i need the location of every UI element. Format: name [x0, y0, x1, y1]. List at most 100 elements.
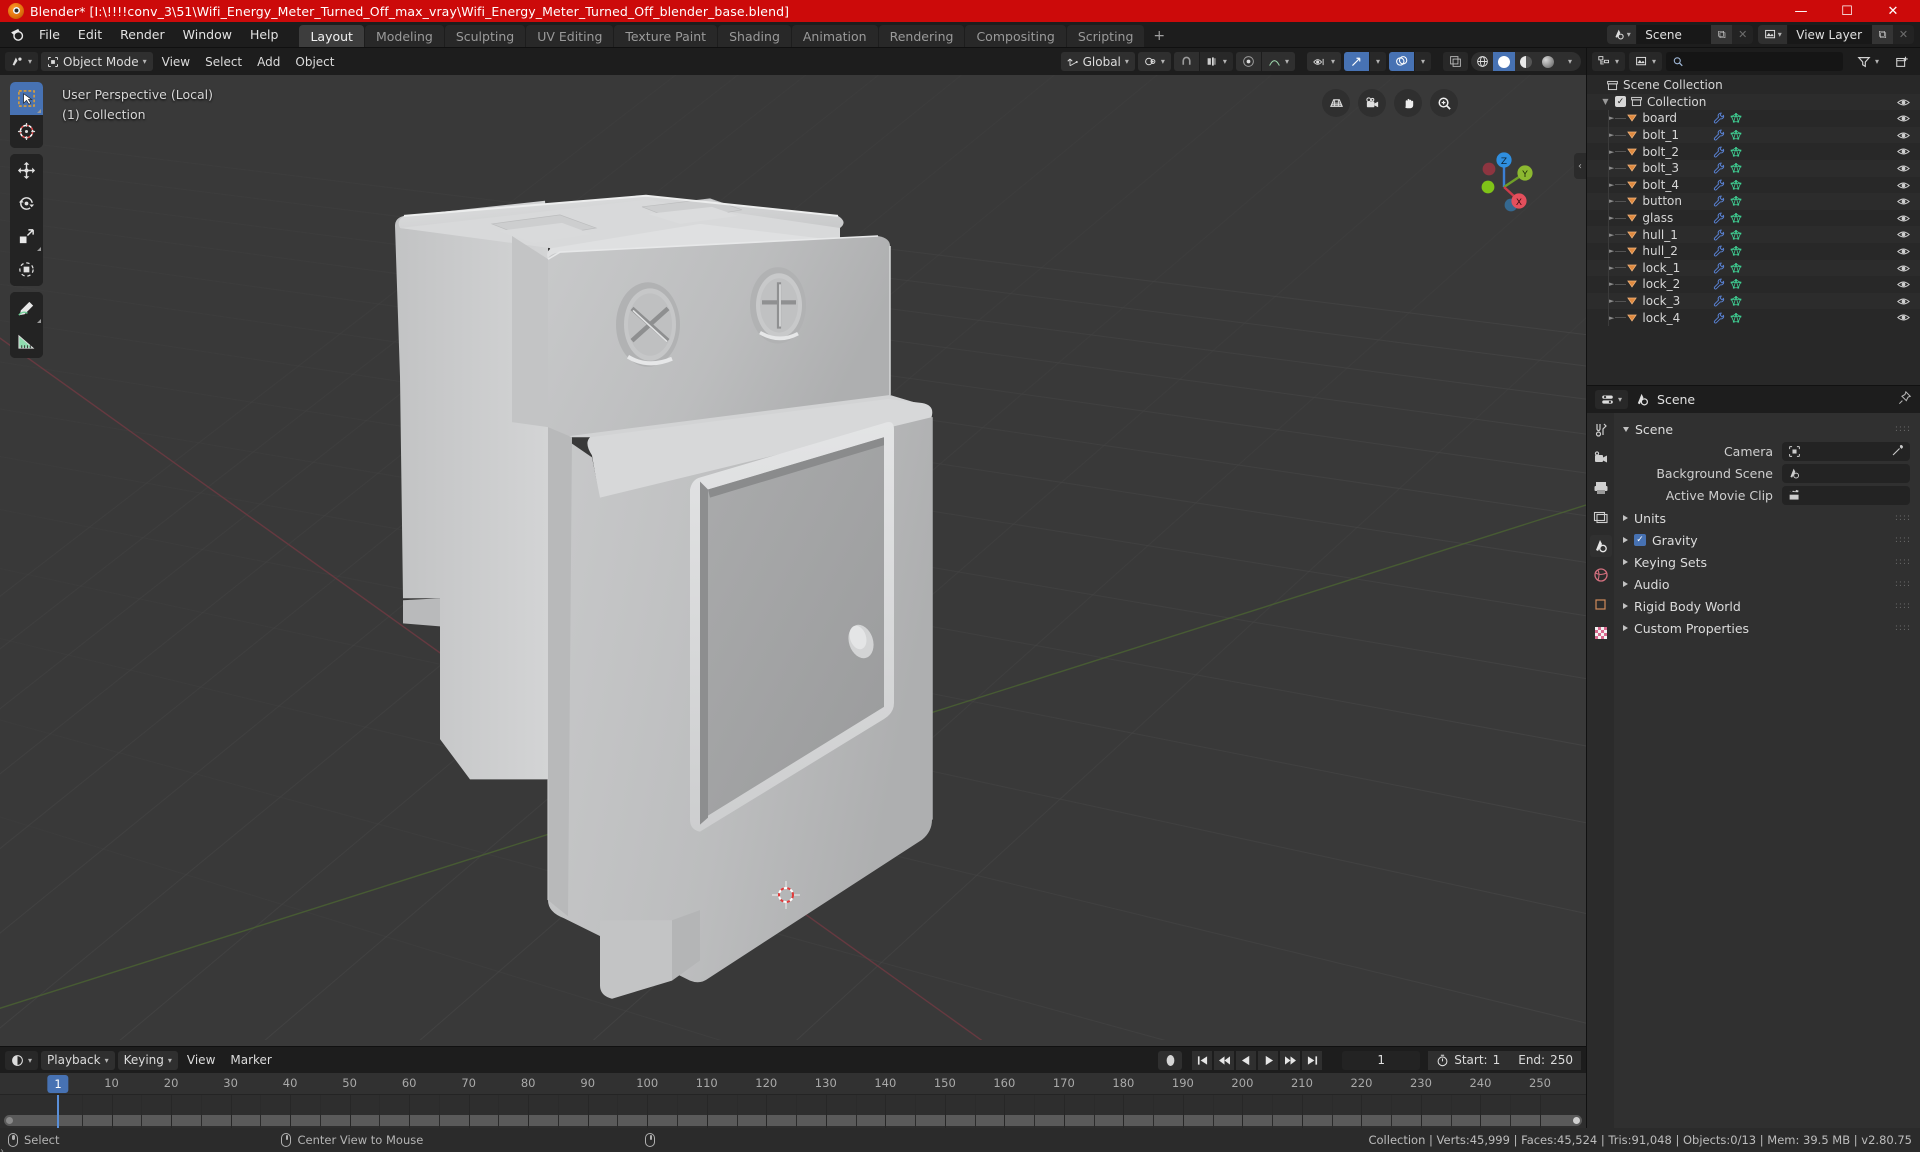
modifier-icon[interactable] [1713, 312, 1725, 324]
close-button[interactable]: ✕ [1870, 0, 1916, 22]
expand-triangle-icon[interactable]: ► [1609, 280, 1614, 288]
menu-window[interactable]: Window [174, 22, 241, 47]
view-layer-icon[interactable]: ▾ [1758, 25, 1789, 44]
eye-icon[interactable] [1897, 96, 1910, 109]
modifier-icon[interactable] [1713, 162, 1725, 174]
start-frame-value[interactable]: 1 [1493, 1053, 1501, 1067]
camera-view-icon[interactable] [1358, 89, 1386, 117]
jump-to-start-button[interactable] [1192, 1050, 1213, 1070]
menu-render[interactable]: Render [111, 22, 174, 47]
background-scene-field[interactable] [1782, 464, 1910, 483]
show-gizmo-toggle[interactable]: ▾ [1306, 52, 1341, 71]
tab-view-layer-properties[interactable] [1590, 506, 1612, 528]
eye-icon[interactable] [1897, 311, 1910, 324]
add-workspace-button[interactable]: + [1145, 25, 1173, 47]
tab-tool-properties[interactable] [1590, 419, 1612, 441]
previous-keyframe-button[interactable] [1214, 1050, 1235, 1070]
timeline-current-frame-indicator[interactable]: 1 [47, 1075, 69, 1093]
outliner-row-object[interactable]: ► glass [1587, 209, 1920, 227]
mesh-data-icon[interactable] [1730, 112, 1742, 124]
tab-shading[interactable]: Shading [718, 25, 791, 47]
scene-name-field[interactable]: Scene [1637, 25, 1712, 44]
tab-object-properties[interactable] [1590, 593, 1612, 615]
expand-triangle-icon[interactable]: ► [1609, 197, 1614, 205]
collection-checkbox[interactable]: ✓ [1615, 96, 1626, 108]
modifier-icon[interactable] [1713, 212, 1725, 224]
mesh-data-icon[interactable] [1730, 295, 1742, 307]
mesh-data-icon[interactable] [1730, 146, 1742, 158]
snap-magnet-icon[interactable] [1173, 52, 1199, 71]
solid-shading-icon[interactable] [1493, 52, 1515, 71]
outliner-row-object[interactable]: ► bolt_3 [1587, 159, 1920, 177]
tab-layout[interactable]: Layout [299, 25, 364, 47]
expand-triangle-icon[interactable]: ► [1609, 114, 1614, 122]
timeline-editor-type-selector[interactable]: ▾ [5, 1050, 39, 1070]
expand-triangle-icon[interactable]: ► [1609, 247, 1614, 255]
panel-audio-header[interactable]: Audio :::: [1614, 573, 1920, 595]
outliner-tree[interactable]: Scene Collection ▼ ✓ Collection ► board ► bolt_… [1587, 75, 1920, 385]
menu-file[interactable]: File [30, 22, 69, 47]
pin-id-button[interactable] [1898, 390, 1912, 409]
timeline-track-area[interactable]: › [0, 1095, 1586, 1152]
outliner-row-object[interactable]: ► hull_1 [1587, 226, 1920, 243]
timeline-menu-view[interactable]: View [181, 1051, 221, 1070]
annotate-tool[interactable] [10, 292, 43, 325]
modifier-icon[interactable] [1713, 262, 1725, 274]
outliner-row-object[interactable]: ► bolt_4 [1587, 176, 1920, 194]
end-frame-value[interactable]: 250 [1550, 1053, 1573, 1067]
modifier-icon[interactable] [1713, 295, 1725, 307]
object-mode-selector[interactable]: Object Mode ▾ [41, 52, 153, 71]
outliner-row-object[interactable]: ► lock_4 [1587, 309, 1920, 326]
new-scene-button[interactable]: ⧉ [1711, 25, 1733, 44]
mesh-data-icon[interactable] [1730, 245, 1742, 257]
expand-triangle-icon[interactable]: ► [1609, 181, 1614, 189]
viewport-menu-object[interactable]: Object [289, 52, 340, 71]
eye-icon[interactable] [1897, 262, 1910, 275]
tab-scene-properties[interactable] [1589, 535, 1612, 557]
viewport-menu-view[interactable]: View [156, 52, 196, 71]
eye-icon[interactable] [1897, 195, 1910, 208]
modifier-icon[interactable] [1713, 179, 1725, 191]
outliner-row-object[interactable]: ► bolt_2 [1587, 143, 1920, 160]
snap-target-selector[interactable]: ▾ [1199, 52, 1233, 71]
tab-world-properties[interactable] [1590, 564, 1612, 586]
eye-icon[interactable] [1897, 179, 1910, 192]
mesh-data-icon[interactable] [1730, 229, 1742, 241]
mesh-data-icon[interactable] [1730, 312, 1742, 324]
outliner-row-object[interactable]: ► bolt_1 [1587, 126, 1920, 144]
outliner-row-object[interactable]: ► board [1587, 110, 1920, 127]
outliner-row-object[interactable]: ► hull_2 [1587, 242, 1920, 260]
transform-tool[interactable] [10, 253, 43, 286]
outliner-display-mode-selector[interactable]: ▾ [1629, 52, 1663, 71]
timeline-menu-keying[interactable]: Keying ▾ [117, 1050, 178, 1070]
show-overlays-icon[interactable] [1388, 52, 1414, 71]
scene-icon[interactable]: ▾ [1607, 25, 1638, 44]
scale-tool[interactable] [10, 220, 43, 253]
tab-rendering[interactable]: Rendering [878, 25, 965, 47]
timeline-menu-marker[interactable]: Marker [224, 1051, 277, 1070]
eye-icon[interactable] [1897, 112, 1910, 125]
play-button[interactable] [1258, 1050, 1279, 1070]
zoom-view-icon[interactable] [1430, 89, 1458, 117]
viewport-menu-add[interactable]: Add [251, 52, 286, 71]
mesh-data-icon[interactable] [1730, 195, 1742, 207]
expand-triangle-icon[interactable]: ► [1609, 164, 1614, 172]
eye-icon[interactable] [1897, 228, 1910, 241]
modifier-icon[interactable] [1713, 112, 1725, 124]
outliner-row-object[interactable]: ► button [1587, 193, 1920, 210]
gravity-checkbox[interactable]: ✓ [1634, 534, 1646, 546]
menu-edit[interactable]: Edit [69, 22, 111, 47]
tab-compositing[interactable]: Compositing [965, 25, 1066, 47]
wireframe-shading-icon[interactable] [1471, 52, 1493, 71]
expand-triangle-icon[interactable]: ► [1609, 264, 1614, 272]
panel-custom-properties-header[interactable]: Custom Properties :::: [1614, 617, 1920, 639]
tab-output-properties[interactable] [1590, 477, 1612, 499]
modifier-icon[interactable] [1713, 129, 1725, 141]
outliner-row-scene-collection[interactable]: Scene Collection [1587, 77, 1920, 94]
pan-view-icon[interactable] [1394, 89, 1422, 117]
eyedropper-icon[interactable] [1891, 442, 1904, 461]
tab-texture-properties[interactable] [1590, 622, 1612, 644]
mesh-data-icon[interactable] [1730, 179, 1742, 191]
tab-scripting[interactable]: Scripting [1066, 25, 1145, 47]
jump-to-end-button[interactable] [1302, 1050, 1323, 1070]
